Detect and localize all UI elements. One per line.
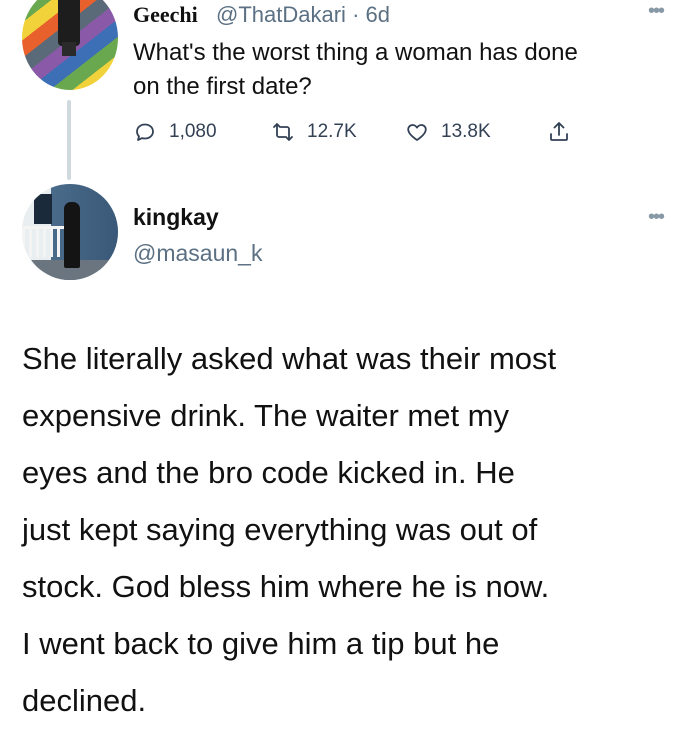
reply-handle[interactable]: @masaun_k: [133, 240, 262, 267]
reply-button[interactable]: 1,080: [133, 118, 217, 146]
more-options-icon[interactable]: •••: [648, 1, 665, 21]
avatar-window: [34, 194, 52, 224]
reply-tweet-body: She literally asked what was their most …: [22, 330, 692, 729]
meta-separator: ·: [352, 2, 360, 27]
parent-text-line: on the first date?: [133, 73, 312, 100]
share-button[interactable]: [547, 118, 583, 146]
reply-count: 1,080: [169, 121, 217, 142]
avatar-person: [64, 202, 80, 268]
reply-body-line: expensive drink. The waiter met my: [22, 398, 510, 433]
like-count: 13.8K: [441, 121, 491, 142]
reply-body-line: stock. God bless him where he is now.: [22, 569, 550, 604]
reply-bubble-icon: [136, 123, 154, 141]
reply-more-options-icon[interactable]: •••: [648, 207, 665, 227]
reply-body-line: I went back to give him a tip but he: [22, 626, 500, 661]
parent-handle[interactable]: @ThatDakari: [216, 2, 346, 27]
parent-display-name[interactable]: Geechi: [133, 2, 198, 28]
parent-tweet-text: What's the worst thing a woman has done …: [133, 36, 678, 104]
kingkay-avatar[interactable]: [22, 184, 118, 280]
thread-connector-line: [67, 100, 71, 180]
avatar-figure-legs: [62, 42, 76, 56]
geechi-avatar[interactable]: [22, 0, 118, 90]
reply-body-line: declined.: [22, 683, 147, 718]
like-button[interactable]: 13.8K: [405, 118, 491, 146]
retweet-count: 12.7K: [307, 121, 357, 142]
parent-text-line: What's the worst thing a woman has done: [133, 39, 578, 66]
reply-body-line: She literally asked what was their most: [22, 341, 557, 376]
parent-timestamp[interactable]: 6d: [366, 2, 390, 27]
retweet-icon: [273, 123, 293, 141]
reply-display-name[interactable]: kingkay: [133, 204, 219, 231]
parent-handle-and-time: @ThatDakari · 6d: [216, 2, 390, 28]
avatar-railing: [22, 226, 66, 257]
retweet-button[interactable]: 12.7K: [271, 118, 357, 146]
reply-body-line: just kept saying everything was out of: [22, 512, 538, 547]
avatar-figure: [58, 0, 80, 46]
reply-body-line: eyes and the bro code kicked in. He: [22, 455, 515, 490]
heart-icon: [407, 124, 427, 141]
share-icon: [550, 122, 568, 141]
